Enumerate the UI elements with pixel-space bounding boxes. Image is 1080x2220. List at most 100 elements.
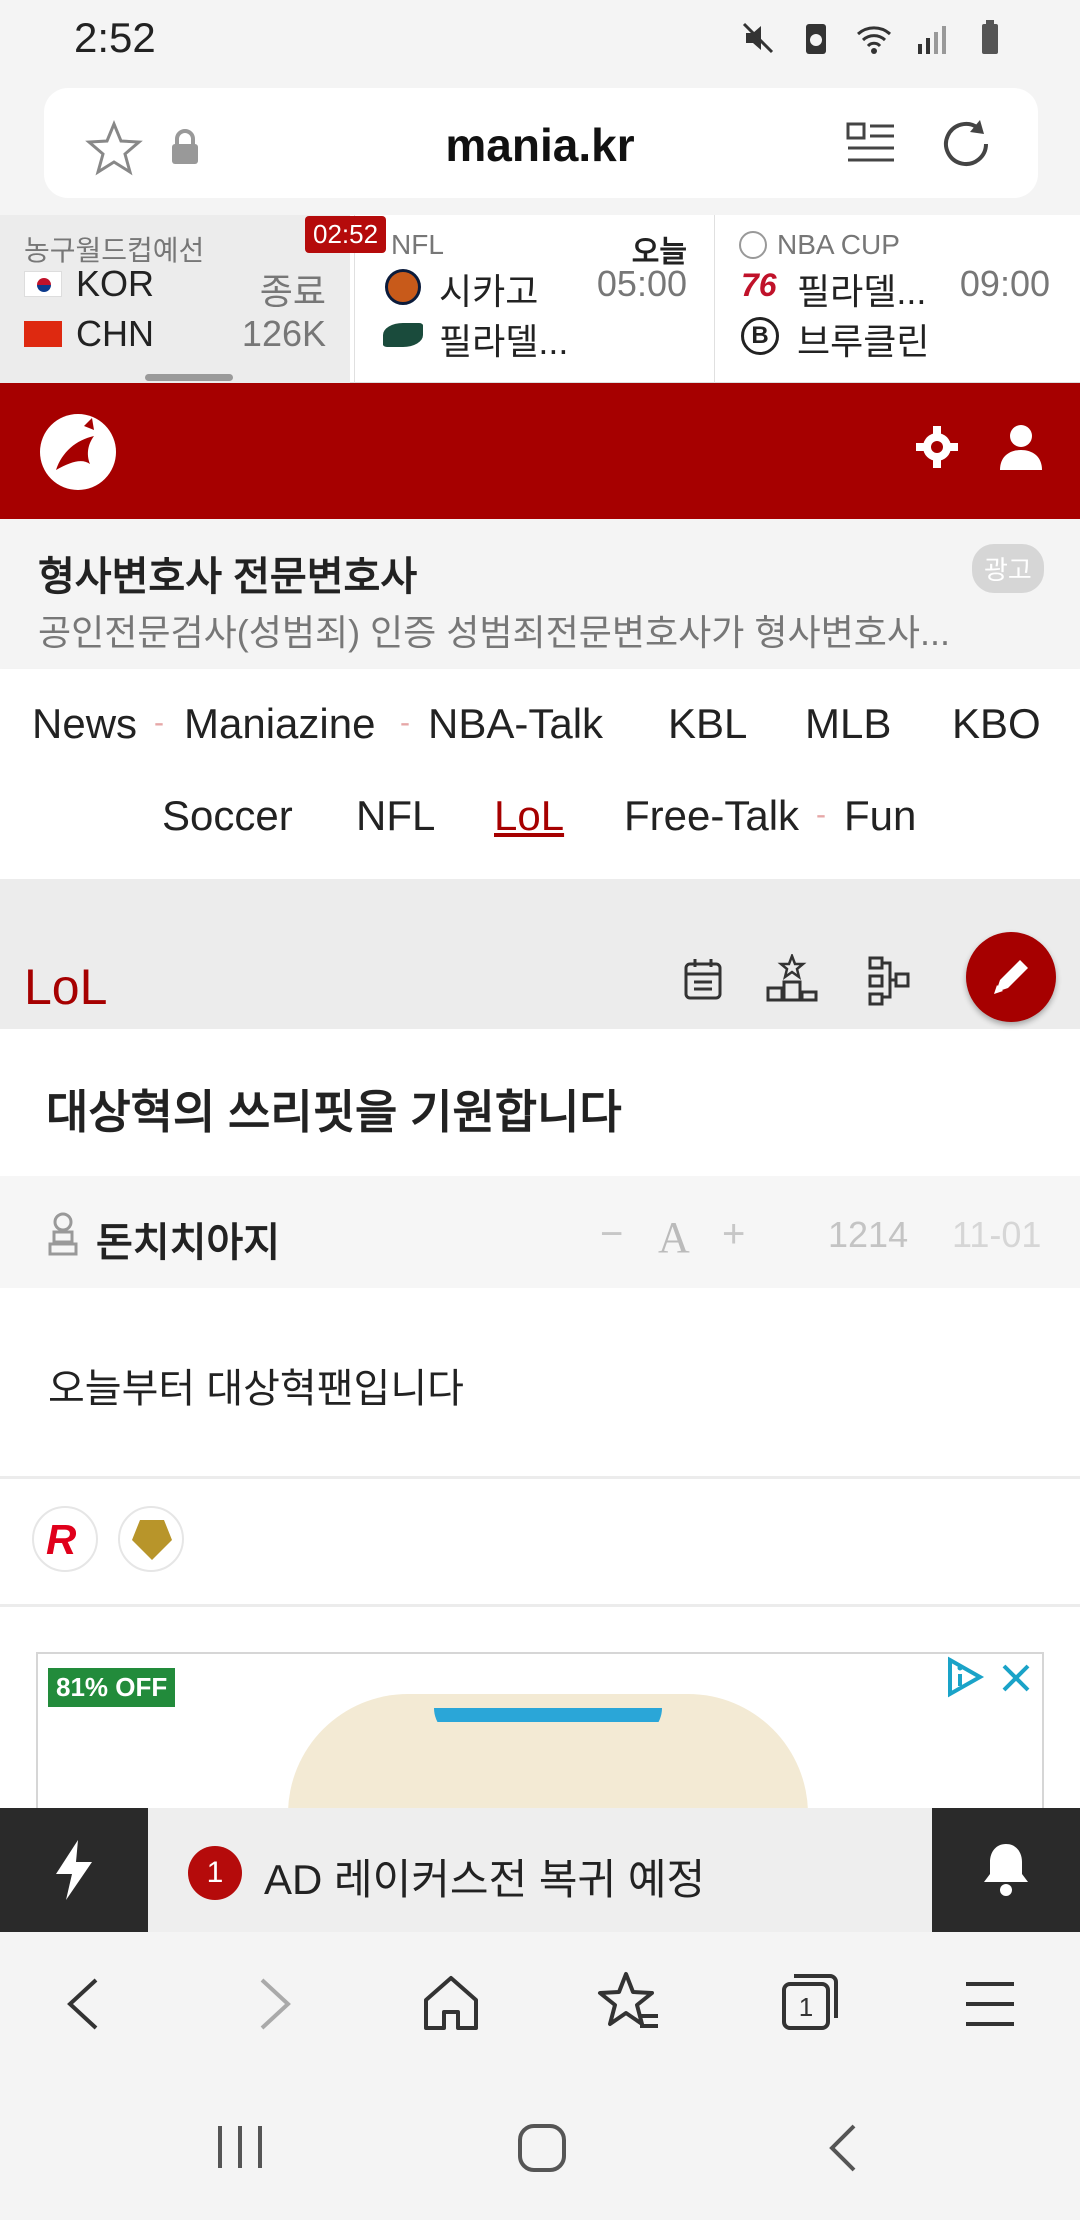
- battery-icon: [982, 20, 998, 54]
- ranking-icon[interactable]: [764, 954, 820, 1004]
- battery-saver-icon: [806, 24, 826, 54]
- kt-logo-glyph: R: [46, 1516, 77, 1563]
- calendar-icon[interactable]: [682, 956, 724, 1002]
- kt-rolster-logo-icon[interactable]: R: [32, 1506, 98, 1572]
- signal-icon: [918, 26, 946, 54]
- news-rank: 1: [188, 1846, 242, 1900]
- status-time: 2:52: [74, 14, 156, 61]
- gear-icon[interactable]: [914, 424, 960, 470]
- board-header: [0, 879, 1080, 1029]
- team-name: KOR: [76, 263, 155, 304]
- board-title: LoL: [24, 959, 108, 1015]
- reload-icon[interactable]: [936, 114, 998, 176]
- tabs-icon[interactable]: 1: [778, 1970, 842, 2034]
- home-nav-icon[interactable]: [514, 2120, 570, 2176]
- menu-icon[interactable]: [960, 1974, 1020, 2034]
- league-label: NFL: [391, 229, 444, 260]
- team-name: 필라델...: [439, 321, 569, 362]
- game-time: 05:00: [596, 263, 687, 304]
- browser-toolbar: [0, 1932, 1080, 2082]
- reader-mode-icon[interactable]: [844, 118, 900, 174]
- korea-flag-icon: [24, 271, 62, 297]
- tshirt-collar: [434, 1708, 662, 1738]
- post-body: 오늘부터 대상혁팬입니다: [48, 1367, 464, 1411]
- 76ers-logo-icon: 76: [741, 267, 777, 303]
- game-card-3[interactable]: NBA CUP 76 필라델... 09:00 B 브루클린: [714, 215, 1080, 383]
- pencil-icon: [994, 960, 1028, 994]
- home-icon[interactable]: [420, 1972, 482, 2034]
- bookmarks-icon[interactable]: [596, 1970, 662, 2036]
- ad-description[interactable]: 공인전문검사(성범죄) 인증 성범죄전문변호사가 형사변호사...: [38, 604, 1028, 656]
- gen-g-logo-icon[interactable]: [118, 1506, 184, 1572]
- bracket-icon[interactable]: [868, 954, 912, 1006]
- team-name: CHN: [76, 313, 154, 354]
- news-headline[interactable]: AD 레이커스전 복귀 예정: [264, 1846, 705, 1907]
- ad-badge: 광고: [972, 544, 1044, 593]
- post-author[interactable]: 돈치치아지: [96, 1210, 280, 1268]
- nav-kbl[interactable]: KBL: [668, 700, 747, 748]
- bell-icon: [984, 1844, 1028, 1896]
- post-title: 대상혁의 쓰리핏을 기원합니다: [46, 1086, 622, 1138]
- wifi-icon: [857, 26, 891, 54]
- game-status: 종료: [259, 271, 326, 312]
- league-label: NBA CUP: [777, 229, 900, 260]
- category-row-2: Soccer NFL LoL Free-Talk - Fun: [0, 792, 1080, 852]
- china-flag-icon: [24, 321, 62, 347]
- divider: [0, 1476, 1080, 1479]
- nav-free-talk[interactable]: Free-Talk: [624, 792, 799, 840]
- basketball-icon: [739, 231, 767, 259]
- bolt-icon: [56, 1840, 92, 1900]
- game-card-1[interactable]: 농구월드컵예선 KOR 종료 CHN 126K: [0, 215, 350, 383]
- flash-news-button[interactable]: [0, 1808, 148, 1932]
- nets-logo-icon: B: [741, 317, 779, 355]
- font-decrease-button[interactable]: −: [600, 1212, 623, 1257]
- mute-icon: [742, 22, 774, 54]
- url-text[interactable]: mania.kr: [0, 118, 1080, 172]
- nav-separator: -: [154, 706, 164, 739]
- nav-nfl[interactable]: NFL: [356, 792, 435, 840]
- nav-separator: -: [400, 706, 410, 739]
- divider: [0, 1604, 1080, 1607]
- gen-g-logo-glyph: [132, 1520, 172, 1560]
- nav-soccer[interactable]: Soccer: [162, 792, 293, 840]
- font-size-icon: A: [658, 1213, 690, 1262]
- nav-nba-talk[interactable]: NBA-Talk: [428, 700, 603, 748]
- nav-fun[interactable]: Fun: [844, 792, 916, 840]
- ticker-scroll-indicator: [145, 374, 233, 381]
- team-name: 필라델...: [797, 271, 927, 312]
- nav-kbo[interactable]: KBO: [952, 700, 1041, 748]
- game-card-2[interactable]: NFL 오늘 시카고 05:00 필라델...: [354, 215, 709, 383]
- back-nav-icon[interactable]: [820, 2120, 870, 2176]
- adchoices-icon[interactable]: [944, 1656, 986, 1698]
- game-time: 09:00: [959, 263, 1050, 304]
- category-row-1: News - Maniazine - NBA-Talk KBL MLB KBO: [0, 700, 1080, 760]
- notifications-button[interactable]: [932, 1808, 1080, 1932]
- post-date: 11-01: [952, 1214, 1042, 1255]
- nav-maniazine[interactable]: Maniazine: [184, 700, 375, 748]
- user-level-icon: [48, 1212, 78, 1256]
- nav-news[interactable]: News: [32, 700, 137, 748]
- svg-text:1: 1: [799, 1992, 813, 2022]
- team-name: 시카고: [439, 271, 539, 312]
- bears-logo-icon: [385, 269, 421, 305]
- font-increase-button[interactable]: +: [722, 1212, 745, 1257]
- post-views: 1214: [828, 1214, 909, 1255]
- write-post-button[interactable]: [966, 932, 1056, 1022]
- nav-mlb[interactable]: MLB: [805, 700, 891, 748]
- mania-logo-icon[interactable]: [38, 412, 118, 492]
- game-stat: 126K: [241, 313, 326, 354]
- team-name: 브루클린: [797, 321, 930, 362]
- user-icon[interactable]: [998, 422, 1044, 472]
- forward-icon[interactable]: [242, 1974, 302, 2034]
- close-ad-icon[interactable]: [998, 1660, 1034, 1696]
- status-icons: [738, 18, 1010, 58]
- back-icon[interactable]: [56, 1974, 116, 2034]
- recent-apps-icon[interactable]: [212, 2122, 268, 2172]
- game-timer-badge: 02:52: [305, 216, 387, 253]
- discount-badge: 81% OFF: [48, 1668, 176, 1707]
- nav-lol[interactable]: LoL: [494, 792, 564, 840]
- product-image: [288, 1694, 808, 1810]
- nav-separator: -: [816, 798, 826, 831]
- product-ad[interactable]: [36, 1652, 1044, 1812]
- ad-title[interactable]: 형사변호사 전문변호사: [38, 544, 417, 602]
